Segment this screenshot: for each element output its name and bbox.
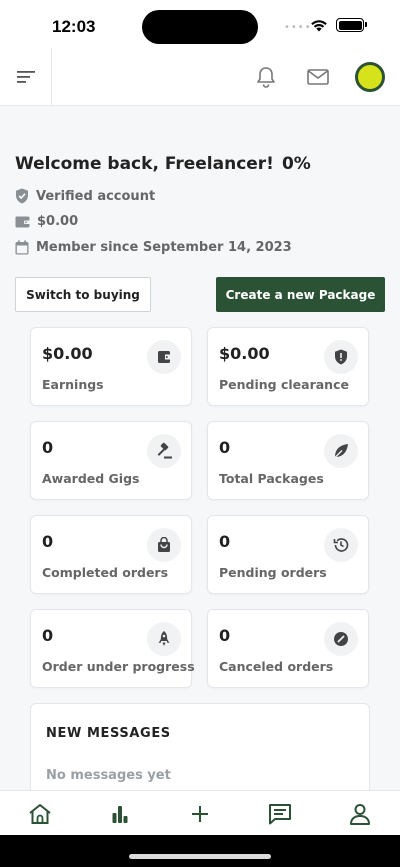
- balance-row: $0.00: [15, 214, 78, 229]
- stat-label: Total Packages: [219, 471, 324, 486]
- home-indicator[interactable]: [129, 854, 271, 859]
- stat-value: 0: [219, 532, 231, 551]
- cancel-circle-icon: [324, 622, 358, 656]
- pending-clearance-card[interactable]: $0.00 Pending clearance: [207, 327, 369, 406]
- app-header: [0, 48, 400, 106]
- greeting-text: Welcome back, Freelancer!: [15, 154, 274, 174]
- shopping-bag-icon: [147, 528, 181, 562]
- history-icon: [324, 528, 358, 562]
- leaf-icon: [324, 434, 358, 468]
- gavel-icon: [147, 434, 181, 468]
- hamburger-menu-icon[interactable]: [0, 48, 52, 105]
- stat-value: $0.00: [219, 344, 270, 363]
- stat-value: $0.00: [42, 344, 93, 363]
- stat-label: Pending orders: [219, 565, 327, 580]
- balance-text: $0.00: [37, 214, 79, 229]
- verified-shield-icon: [16, 188, 28, 204]
- battery-icon: [336, 18, 367, 32]
- rocket-icon: [147, 622, 181, 656]
- wifi-icon: [311, 20, 327, 32]
- verified-text: Verified account: [36, 188, 156, 204]
- messages-empty-text: No messages yet: [46, 768, 171, 783]
- calendar-icon: [15, 240, 29, 255]
- messages-title: NEW MESSAGES: [46, 726, 171, 741]
- profile-completion: 0%: [281, 154, 311, 174]
- new-messages-panel: NEW MESSAGES No messages yet: [30, 703, 370, 790]
- home-icon[interactable]: [25, 799, 55, 829]
- bottom-nav: [0, 790, 400, 835]
- status-time: 12:03: [52, 17, 96, 36]
- avatar[interactable]: [355, 62, 385, 92]
- status-bar: 12:03 ••••: [0, 0, 400, 48]
- chat-icon[interactable]: [265, 799, 295, 829]
- welcome-heading: Welcome back, Freelancer! 0%: [15, 154, 311, 174]
- shield-alert-icon: [324, 340, 358, 374]
- stats-chart-icon[interactable]: [105, 799, 135, 829]
- mail-icon[interactable]: [305, 64, 331, 90]
- stat-label: Pending clearance: [219, 377, 349, 392]
- total-packages-card[interactable]: 0 Total Packages: [207, 421, 369, 500]
- dynamic-island: [142, 10, 258, 44]
- home-indicator-area: [0, 835, 400, 867]
- plus-icon[interactable]: [185, 799, 215, 829]
- member-since-text: Member since September 14, 2023: [36, 240, 292, 255]
- stat-label: Completed orders: [42, 565, 169, 580]
- switch-to-buying-button[interactable]: Switch to buying: [15, 277, 151, 312]
- stat-label: Earnings: [42, 377, 104, 392]
- stat-value: 0: [42, 626, 54, 645]
- dashboard-content: Welcome back, Freelancer! 0% Verified acc…: [0, 106, 400, 790]
- stat-value: 0: [42, 438, 54, 457]
- create-package-button[interactable]: Create a new Package: [216, 277, 385, 312]
- bell-icon[interactable]: [253, 64, 279, 90]
- order-under-progress-card[interactable]: 0 Order under progress: [30, 609, 195, 688]
- stat-label: Awarded Gigs: [42, 471, 140, 486]
- wallet-icon: [147, 340, 181, 374]
- pending-orders-card[interactable]: 0 Pending orders: [207, 515, 369, 594]
- stat-label: Order under progress: [42, 659, 195, 674]
- awarded-gigs-card[interactable]: 0 Awarded Gigs: [30, 421, 192, 500]
- stat-value: 0: [219, 438, 231, 457]
- verified-row: Verified account: [15, 188, 155, 204]
- member-row: Member since September 14, 2023: [15, 240, 292, 255]
- stat-value: 0: [42, 532, 54, 551]
- earnings-card[interactable]: $0.00 Earnings: [30, 327, 192, 406]
- profile-icon[interactable]: [345, 799, 375, 829]
- stat-label: Canceled orders: [219, 659, 334, 674]
- canceled-orders-card[interactable]: 0 Canceled orders: [207, 609, 369, 688]
- wallet-icon: [15, 216, 30, 228]
- signal-icon: ••••: [284, 22, 312, 33]
- stat-value: 0: [219, 626, 231, 645]
- completed-orders-card[interactable]: 0 Completed orders: [30, 515, 192, 594]
